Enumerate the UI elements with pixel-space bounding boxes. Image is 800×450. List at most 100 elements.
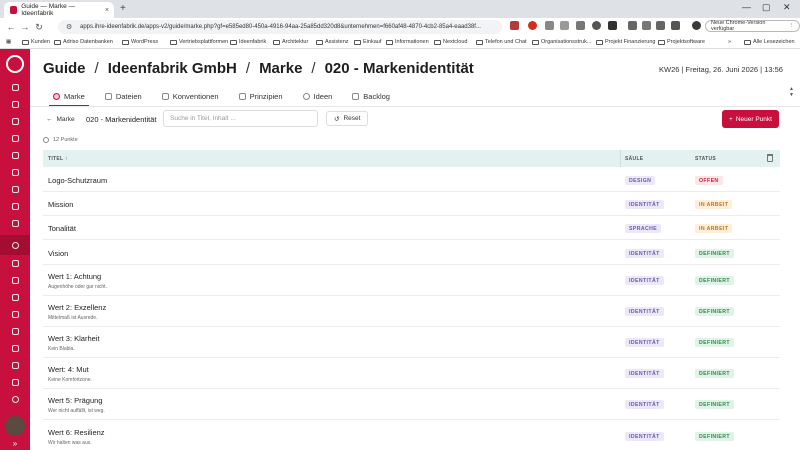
tab-backlog[interactable]: Backlog: [342, 86, 400, 106]
profile-avatar[interactable]: [692, 21, 701, 30]
row-title: Wert 5: Prägung: [48, 396, 103, 405]
tab-prinzipien[interactable]: Prinzipien: [229, 86, 293, 106]
window-close-icon[interactable]: ✕: [783, 2, 791, 13]
sidebar-folder-icon[interactable]: [8, 148, 22, 162]
table-row[interactable]: Wert 6: Resilienz Wir halten was aus. ID…: [43, 420, 780, 450]
extension-icon[interactable]: [545, 21, 554, 30]
bookmark-item[interactable]: Projektsoftware: [658, 39, 705, 45]
app-logo-icon[interactable]: [6, 55, 24, 73]
search-input[interactable]: Suche in Titel, Inhalt ...: [163, 110, 318, 127]
sidebar-compass-icon[interactable]: [8, 238, 22, 252]
sidebar-truck-icon[interactable]: [8, 199, 22, 213]
bookmark-item[interactable]: Projekt Finanzierung: [596, 39, 655, 45]
extensions-puzzle-icon[interactable]: [671, 21, 680, 30]
tab-dateien[interactable]: Dateien: [95, 86, 152, 106]
table-row[interactable]: Mission IDENTITÄT IN ARBEIT: [43, 192, 780, 216]
apps-grid-icon[interactable]: ▦: [6, 39, 11, 45]
tab-konventionen[interactable]: Konventionen: [152, 86, 229, 106]
pillar-badge: DESIGN: [625, 176, 656, 185]
sidebar-mail-icon[interactable]: [8, 165, 22, 179]
bookmark-item[interactable]: Telefon und Chat: [476, 39, 527, 45]
column-header-title[interactable]: TITEL ↑: [48, 156, 68, 162]
chrome-update-button[interactable]: Neue Chrome-Version verfügbar ⋮: [705, 20, 800, 32]
table-row[interactable]: Tonalität SPRACHE IN ARBEIT: [43, 216, 780, 240]
bookmark-item[interactable]: Einkauf: [354, 39, 381, 45]
bookmark-item[interactable]: Vertriebsplattformen: [170, 39, 228, 45]
folder-icon: [22, 39, 29, 45]
list-icon: [352, 92, 360, 100]
extension-icon[interactable]: [576, 21, 585, 30]
browser-tab[interactable]: Guide — Marke — Ideenfabrik ×: [4, 2, 114, 18]
address-bar[interactable]: ⚙ apps.ihre-ideenfabrik.de/apps-v2/guide…: [58, 20, 502, 34]
table-row[interactable]: Wert: 4: Mut Keine Komfortzone. IDENTITÄ…: [43, 358, 780, 389]
bookmark-item[interactable]: Ideenfabrik: [230, 39, 266, 45]
extension-icon[interactable]: [642, 21, 651, 30]
sidebar-cart-icon[interactable]: [8, 182, 22, 196]
breadcrumb-marke[interactable]: Marke: [259, 60, 302, 77]
close-tab-icon[interactable]: ×: [105, 7, 109, 14]
forward-arrow-icon[interactable]: →: [18, 22, 32, 32]
bookmark-item[interactable]: Adriso Datenbanken: [54, 39, 113, 45]
all-bookmarks[interactable]: Alle Lesezeichen: [744, 39, 795, 45]
extension-icon[interactable]: [560, 21, 569, 30]
table-row[interactable]: Wert 2: Exzellenz Mittelmaß ist Ausrede.…: [43, 296, 780, 327]
sidebar-shield-icon[interactable]: [8, 358, 22, 372]
sidebar-rocket-icon[interactable]: [8, 341, 22, 355]
status-badge: DEFINIERT: [695, 249, 734, 258]
pillar-badge: IDENTITÄT: [625, 338, 664, 347]
table-row[interactable]: Wert 5: Prägung Wer nicht auffällt, ist …: [43, 389, 780, 420]
sidebar-camera-icon[interactable]: [8, 324, 22, 338]
scrollbar-arrows[interactable]: ▲ ▼: [789, 86, 794, 98]
sidebar-users-icon[interactable]: [8, 216, 22, 230]
sidebar-settings-icon[interactable]: [8, 392, 22, 406]
back-arrow-icon[interactable]: ←: [4, 22, 18, 32]
sidebar-graduation-icon[interactable]: [8, 375, 22, 389]
bookmark-item[interactable]: Nextcloud: [434, 39, 467, 45]
user-avatar[interactable]: [5, 416, 25, 436]
sidebar-list-icon[interactable]: [8, 97, 22, 111]
bookmark-item[interactable]: WordPress: [122, 39, 158, 45]
table-row[interactable]: Logo-Schutzraum DESIGN OFFEN: [43, 167, 780, 192]
sidebar-home-icon[interactable]: [8, 80, 22, 94]
bookmark-item[interactable]: Informationen: [386, 39, 429, 45]
extension-icon[interactable]: [608, 21, 617, 30]
bookmark-item[interactable]: Assistenz: [316, 39, 349, 45]
maximize-icon[interactable]: ▢: [762, 2, 771, 13]
bookmark-item[interactable]: Kunden: [22, 39, 50, 45]
extension-icon[interactable]: [528, 21, 537, 30]
breadcrumb-guide[interactable]: Guide: [43, 60, 86, 77]
new-point-button[interactable]: + Neuer Punkt: [722, 110, 779, 128]
download-icon[interactable]: [656, 21, 665, 30]
breadcrumb-company[interactable]: Ideenfabrik GmbH: [108, 60, 237, 77]
column-header-pillar[interactable]: SÄULE: [625, 156, 643, 162]
trash-icon[interactable]: [767, 154, 773, 162]
sidebar-document-icon[interactable]: [8, 114, 22, 128]
table-row[interactable]: Vision IDENTITÄT DEFINIERT: [43, 240, 780, 265]
table-row[interactable]: Wert 1: Achtung Augenhöhe oder gar nicht…: [43, 265, 780, 296]
minimize-icon[interactable]: —: [742, 2, 751, 12]
bookmark-item[interactable]: Organisationsstruk...: [532, 39, 591, 45]
sidebar-chart-icon[interactable]: [8, 307, 22, 321]
sidebar-upload-icon[interactable]: [8, 131, 22, 145]
sidebar-contact-icon[interactable]: [8, 256, 22, 270]
bookmarks-overflow-icon[interactable]: »: [728, 39, 731, 45]
sidebar-expand-icon[interactable]: »: [8, 436, 22, 450]
extension-icon[interactable]: [628, 21, 637, 30]
column-header-status[interactable]: STATUS: [695, 156, 716, 162]
tab-ideen[interactable]: Ideen: [293, 86, 343, 106]
reload-icon[interactable]: ↻: [32, 22, 46, 33]
folder-icon: [273, 39, 280, 45]
extension-icon[interactable]: [592, 21, 601, 30]
reset-button[interactable]: ↺ Reset: [326, 111, 369, 126]
new-tab-icon[interactable]: +: [120, 3, 126, 14]
back-button[interactable]: ← Marke: [42, 112, 79, 127]
table-row[interactable]: Wert 3: Klarheit Kein Blabla. IDENTITÄT …: [43, 327, 780, 358]
extension-icon[interactable]: [510, 21, 519, 30]
section-tabs: Marke Dateien Konventionen Prinzipien Id…: [43, 86, 400, 107]
bookmark-item[interactable]: Architektur: [273, 39, 308, 45]
site-info-icon[interactable]: ⚙: [66, 23, 72, 31]
sidebar-flask-icon[interactable]: [8, 290, 22, 304]
sidebar-puzzle-icon[interactable]: [8, 273, 22, 287]
plus-icon: +: [729, 115, 733, 123]
tab-marke[interactable]: Marke: [43, 86, 95, 107]
